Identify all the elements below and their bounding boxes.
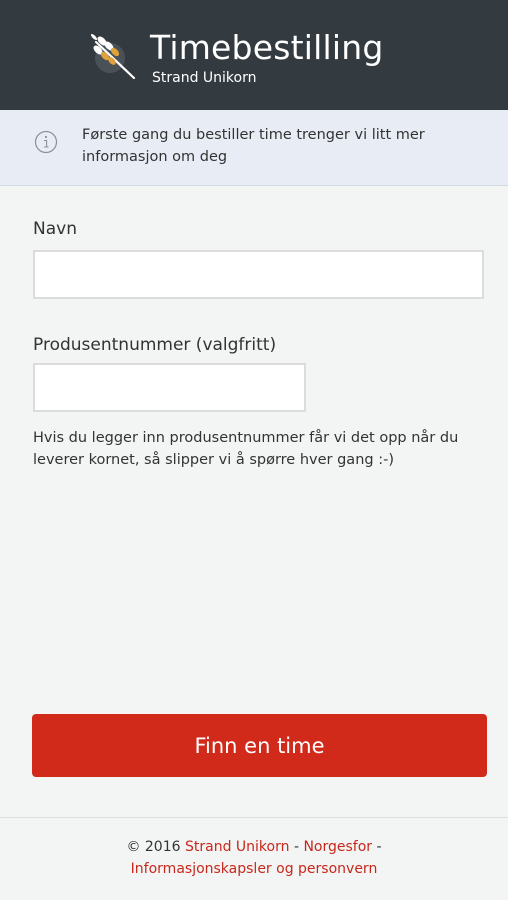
- producer-number-input[interactable]: [33, 363, 306, 412]
- find-time-button[interactable]: Finn en time: [32, 714, 487, 777]
- footer-divider: [0, 817, 508, 818]
- name-input[interactable]: [33, 250, 484, 299]
- info-message: Første gang du bestiller time trenger vi…: [82, 127, 425, 165]
- norgesfor-link[interactable]: Norgesfor: [303, 839, 372, 855]
- producer-help-text: Hvis du legger inn produsentnummer får v…: [33, 430, 459, 468]
- privacy-link[interactable]: Informasjonskapsler og personvern: [131, 861, 378, 877]
- info-icon: [34, 130, 58, 154]
- producer-number-label: Produsentnummer (valgfritt): [33, 335, 277, 355]
- footer-line-2: Informasjonskapsler og personvern: [0, 858, 508, 880]
- footer-line-1: © 2016 Strand Unikorn - Norgesfor -: [0, 836, 508, 858]
- footer-separator: -: [293, 839, 299, 855]
- app-subtitle: Strand Unikorn: [152, 70, 257, 86]
- page: Timebestilling Strand Unikorn Første gan…: [0, 0, 508, 900]
- app-title: Timebestilling: [150, 28, 384, 67]
- wheat-logo-icon: [90, 33, 136, 80]
- copyright-text: © 2016: [126, 839, 181, 855]
- info-banner: Første gang du bestiller time trenger vi…: [0, 110, 508, 186]
- strand-unikorn-link[interactable]: Strand Unikorn: [185, 839, 290, 855]
- footer: © 2016 Strand Unikorn - Norgesfor - Info…: [0, 836, 508, 880]
- name-label: Navn: [33, 219, 77, 239]
- app-header: Timebestilling Strand Unikorn: [0, 0, 508, 110]
- footer-separator: -: [376, 839, 382, 855]
